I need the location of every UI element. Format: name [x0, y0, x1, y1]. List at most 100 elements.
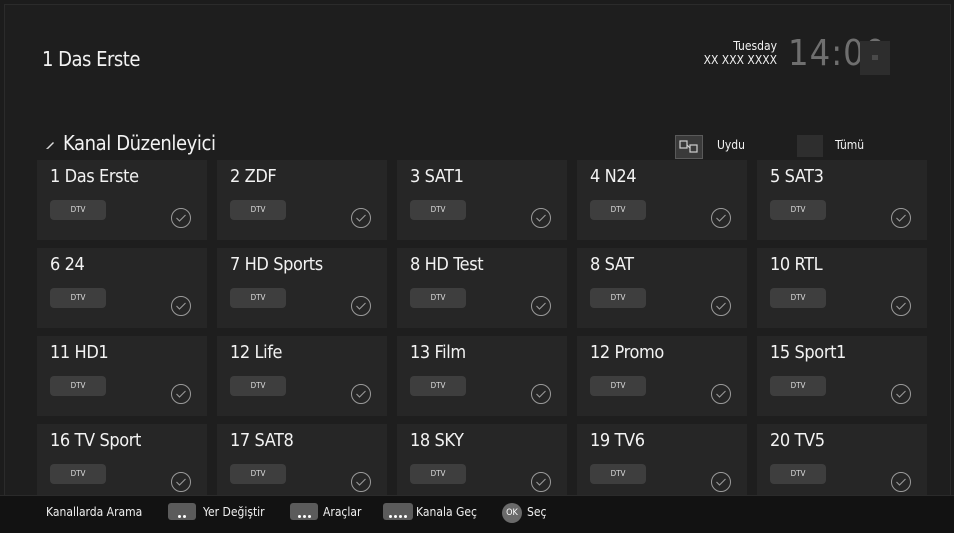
channel-tile[interactable]: 6 24 DTV	[37, 248, 207, 328]
channel-type-badge: DTV	[410, 464, 466, 484]
channel-tile[interactable]: 16 TV Sport DTV	[37, 424, 207, 504]
goto-channel-hint[interactable]: Kanala Geç	[416, 505, 477, 519]
channel-name: 16 TV Sport	[50, 430, 141, 451]
channel-name: 19 TV6	[590, 430, 645, 451]
channel-name: 10 RTL	[770, 254, 823, 275]
date-block: Tuesday XX XXX XXXX	[703, 39, 777, 67]
channel-tile[interactable]: 8 HD Test DTV	[397, 248, 567, 328]
channel-type-badge: DTV	[50, 200, 106, 220]
channel-name: 12 Life	[230, 342, 283, 363]
three-dot-button-icon	[290, 503, 318, 520]
channel-type-badge: DTV	[770, 288, 826, 308]
checkmark-icon	[351, 384, 371, 404]
channel-type-badge: DTV	[230, 288, 286, 308]
two-dot-button-icon	[168, 503, 196, 520]
checkmark-icon	[351, 296, 371, 316]
section-title: Kanal Düzenleyici	[63, 131, 216, 155]
day-label: Tuesday	[733, 39, 777, 53]
channel-name: 7 HD Sports	[230, 254, 323, 275]
checkmark-icon	[711, 208, 731, 228]
channel-tile[interactable]: 8 SAT DTV	[577, 248, 747, 328]
filter-satellite-label[interactable]: Uydu	[717, 138, 745, 152]
swap-hint[interactable]: Yer Değiştir	[203, 505, 265, 519]
channel-type-badge: DTV	[770, 376, 826, 396]
channel-type-badge: DTV	[590, 200, 646, 220]
channel-type-badge: DTV	[230, 376, 286, 396]
channel-tile[interactable]: 20 TV5 DTV	[757, 424, 927, 504]
all-channels-icon[interactable]	[797, 135, 823, 157]
channel-name: 17 SAT8	[230, 430, 294, 451]
channel-tile[interactable]: 2 ZDF DTV	[217, 160, 387, 240]
channel-tile[interactable]: 17 SAT8 DTV	[217, 424, 387, 504]
channel-tile[interactable]: 7 HD Sports DTV	[217, 248, 387, 328]
channel-tile[interactable]: 18 SKY DTV	[397, 424, 567, 504]
ok-button-icon: OK	[502, 503, 522, 523]
channel-logo-placeholder	[860, 41, 890, 75]
channel-name: 11 HD1	[50, 342, 109, 363]
channel-name: 8 HD Test	[410, 254, 484, 275]
channel-name: 8 SAT	[590, 254, 634, 275]
header-bar: 1 Das Erste Tuesday XX XXX XXXX 14:00	[5, 5, 950, 109]
channel-name: 15 Sport1	[770, 342, 846, 363]
channel-name: 2 ZDF	[230, 166, 277, 187]
channel-name: 6 24	[50, 254, 85, 275]
channel-tile[interactable]: 15 Sport1 DTV	[757, 336, 927, 416]
checkmark-icon	[711, 384, 731, 404]
channel-name: 18 SKY	[410, 430, 464, 451]
select-hint[interactable]: Seç	[527, 505, 546, 519]
checkmark-icon	[171, 208, 191, 228]
checkmark-icon	[891, 384, 911, 404]
channel-type-badge: DTV	[590, 376, 646, 396]
channel-tile[interactable]: 10 RTL DTV	[757, 248, 927, 328]
tv-screen: 1 Das Erste Tuesday XX XXX XXXX 14:00 Ka…	[4, 4, 951, 526]
channel-type-badge: DTV	[50, 288, 106, 308]
channel-name: 13 Film	[410, 342, 466, 363]
channel-tile[interactable]: 3 SAT1 DTV	[397, 160, 567, 240]
channel-name: 1 Das Erste	[50, 166, 139, 187]
channel-type-badge: DTV	[230, 464, 286, 484]
checkmark-icon	[891, 472, 911, 492]
channel-type-badge: DTV	[410, 376, 466, 396]
channel-tile[interactable]: 4 N24 DTV	[577, 160, 747, 240]
channel-tile[interactable]: 5 SAT3 DTV	[757, 160, 927, 240]
channel-tile[interactable]: 19 TV6 DTV	[577, 424, 747, 504]
checkmark-icon	[891, 208, 911, 228]
channel-tile[interactable]: 12 Promo DTV	[577, 336, 747, 416]
checkmark-icon	[171, 296, 191, 316]
footer-hints: Kanallarda Arama Yer Değiştir Araçlar Ka…	[0, 495, 954, 533]
checkmark-icon	[531, 472, 551, 492]
channel-type-badge: DTV	[770, 464, 826, 484]
channel-name: 12 Promo	[590, 342, 664, 363]
channel-type-badge: DTV	[590, 464, 646, 484]
channel-type-badge: DTV	[50, 464, 106, 484]
checkmark-icon	[171, 472, 191, 492]
checkmark-icon	[711, 472, 731, 492]
channel-type-badge: DTV	[50, 376, 106, 396]
channel-tile[interactable]: 13 Film DTV	[397, 336, 567, 416]
date-label: XX XXX XXXX	[703, 53, 777, 67]
channel-tile[interactable]: 12 Life DTV	[217, 336, 387, 416]
tools-hint[interactable]: Araçlar	[323, 505, 361, 519]
channel-type-badge: DTV	[590, 288, 646, 308]
channel-type-badge: DTV	[410, 200, 466, 220]
channel-type-badge: DTV	[230, 200, 286, 220]
pencil-icon	[46, 142, 54, 149]
search-channels-hint[interactable]: Kanallarda Arama	[46, 505, 142, 519]
channel-tile[interactable]: 1 Das Erste DTV	[37, 160, 207, 240]
channel-name: 4 N24	[590, 166, 637, 187]
channel-editor-header: Kanal Düzenleyici Uydu Tümü	[5, 129, 950, 161]
checkmark-icon	[351, 472, 371, 492]
current-channel-title: 1 Das Erste	[42, 47, 140, 71]
four-dot-button-icon	[383, 503, 413, 520]
channel-name: 20 TV5	[770, 430, 825, 451]
channel-type-badge: DTV	[770, 200, 826, 220]
checkmark-icon	[351, 208, 371, 228]
checkmark-icon	[891, 296, 911, 316]
checkmark-icon	[171, 384, 191, 404]
filter-all-label[interactable]: Tümü	[835, 138, 864, 152]
checkmark-icon	[531, 296, 551, 316]
satellite-icon[interactable]	[675, 135, 703, 159]
channel-name: 5 SAT3	[770, 166, 824, 187]
channel-tile[interactable]: 11 HD1 DTV	[37, 336, 207, 416]
checkmark-icon	[531, 384, 551, 404]
